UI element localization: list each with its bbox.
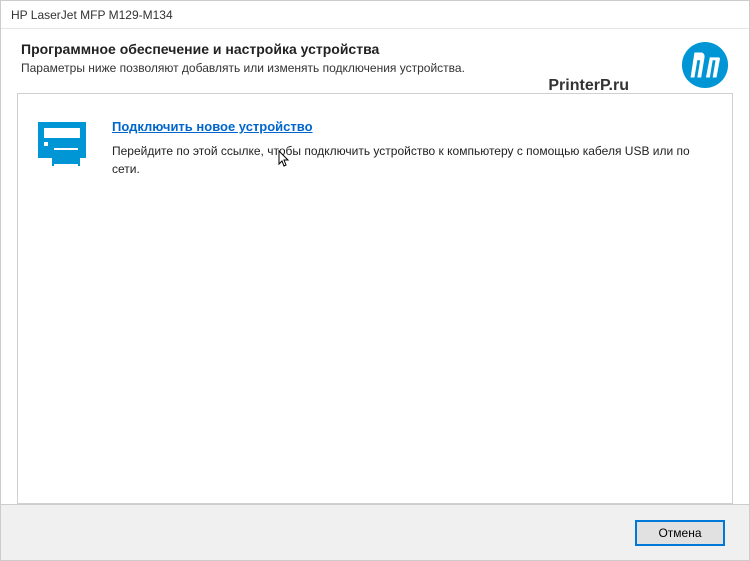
content-panel: Подключить новое устройство Перейдите по… [17,93,733,504]
page-title: Программное обеспечение и настройка устр… [21,41,729,57]
page-subtitle: Параметры ниже позволяют добавлять или и… [21,61,729,75]
device-info: Подключить новое устройство Перейдите по… [112,118,712,178]
footer-bar: Отмена [1,504,749,560]
hp-logo-icon [681,41,729,89]
cancel-button[interactable]: Отмена [635,520,725,546]
watermark-text: PrinterP.ru [548,77,629,95]
window-title: HP LaserJet MFP M129-M134 [11,8,173,22]
printer-icon [38,118,94,166]
connect-description: Перейдите по этой ссылке, чтобы подключи… [112,142,712,178]
connect-new-device-link[interactable]: Подключить новое устройство [112,119,313,134]
header-section: Программное обеспечение и настройка устр… [1,29,749,85]
titlebar: HP LaserJet MFP M129-M134 [1,1,749,29]
connect-device-row: Подключить новое устройство Перейдите по… [38,118,712,178]
installer-window: HP LaserJet MFP M129-M134 Программное об… [0,0,750,561]
